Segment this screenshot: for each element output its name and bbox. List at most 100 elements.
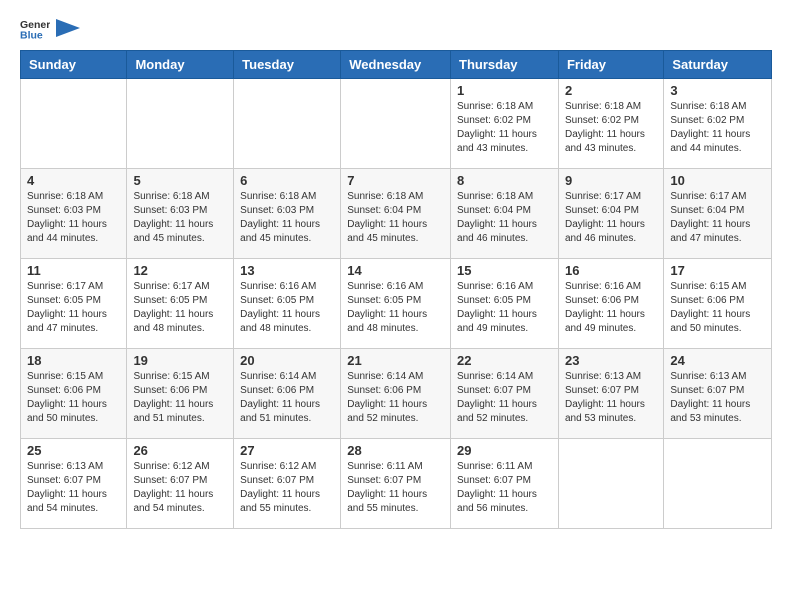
day-cell: 6Sunrise: 6:18 AM Sunset: 6:03 PM Daylig… xyxy=(234,169,341,259)
day-cell: 23 Sunrise: 6:13 AM Sunset: 6:07 PM Dayli… xyxy=(558,349,663,439)
day-info: Sunrise: 6:18 AM Sunset: 6:03 PM Dayligh… xyxy=(240,190,334,246)
day-cell: 2Sunrise: 6:18 AM Sunset: 6:02 PM Daylig… xyxy=(558,79,663,169)
day-info: Sunrise: 6:15 AM Sunset: 6:06 PM Dayligh… xyxy=(670,280,765,336)
day-number: 29 xyxy=(457,443,552,458)
day-cell: 19 Sunrise: 6:15 AM Sunset: 6:06 PM Dayli… xyxy=(127,349,234,439)
day-number: 5 xyxy=(133,173,227,188)
day-number: 3 xyxy=(670,83,765,98)
day-cell: 24 Sunrise: 6:13 AM Sunset: 6:07 PM Dayli… xyxy=(664,349,772,439)
day-cell xyxy=(234,79,341,169)
day-cell: 29 Sunrise: 6:11 AM Sunset: 6:07 PM Dayli… xyxy=(451,439,559,529)
day-cell: 12 Sunrise: 6:17 AM Sunset: 6:05 PM Dayli… xyxy=(127,259,234,349)
day-cell: 1 Sunrise: 6:18 AM Sunset: 6:02 PM Daylig… xyxy=(451,79,559,169)
week-row-5: 25 Sunrise: 6:13 AM Sunset: 6:07 PM Dayli… xyxy=(21,439,772,529)
day-cell: 28 Sunrise: 6:11 AM Sunset: 6:07 PM Dayli… xyxy=(341,439,451,529)
day-number: 20 xyxy=(240,353,334,368)
day-number: 1 xyxy=(457,83,552,98)
day-number: 11 xyxy=(27,263,120,278)
day-info: Sunrise: 6:15 AM Sunset: 6:06 PM Dayligh… xyxy=(27,370,120,426)
column-header-thursday: Thursday xyxy=(451,51,559,79)
day-number: 9 xyxy=(565,173,657,188)
day-info: Sunrise: 6:16 AM Sunset: 6:05 PM Dayligh… xyxy=(240,280,334,336)
flag-icon xyxy=(54,17,82,39)
day-info: Sunrise: 6:17 AM Sunset: 6:05 PM Dayligh… xyxy=(133,280,227,336)
day-info: Sunrise: 6:12 AM Sunset: 6:07 PM Dayligh… xyxy=(133,460,227,516)
column-header-tuesday: Tuesday xyxy=(234,51,341,79)
day-number: 19 xyxy=(133,353,227,368)
day-number: 17 xyxy=(670,263,765,278)
day-cell xyxy=(21,79,127,169)
day-info: Sunrise: 6:11 AM Sunset: 6:07 PM Dayligh… xyxy=(457,460,552,516)
day-cell: 13 Sunrise: 6:16 AM Sunset: 6:05 PM Dayli… xyxy=(234,259,341,349)
day-cell: 9Sunrise: 6:17 AM Sunset: 6:04 PM Daylig… xyxy=(558,169,663,259)
day-info: Sunrise: 6:14 AM Sunset: 6:06 PM Dayligh… xyxy=(240,370,334,426)
day-cell: 14 Sunrise: 6:16 AM Sunset: 6:05 PM Dayli… xyxy=(341,259,451,349)
day-info: Sunrise: 6:17 AM Sunset: 6:04 PM Dayligh… xyxy=(670,190,765,246)
week-row-2: 4 Sunrise: 6:18 AM Sunset: 6:03 PM Daylig… xyxy=(21,169,772,259)
day-info: Sunrise: 6:18 AM Sunset: 6:02 PM Dayligh… xyxy=(670,100,765,156)
day-cell: 26 Sunrise: 6:12 AM Sunset: 6:07 PM Dayli… xyxy=(127,439,234,529)
day-cell: 21 Sunrise: 6:14 AM Sunset: 6:06 PM Dayli… xyxy=(341,349,451,439)
day-number: 14 xyxy=(347,263,444,278)
day-info: Sunrise: 6:18 AM Sunset: 6:03 PM Dayligh… xyxy=(133,190,227,246)
day-number: 12 xyxy=(133,263,227,278)
logo: General Blue xyxy=(20,16,82,40)
day-info: Sunrise: 6:16 AM Sunset: 6:05 PM Dayligh… xyxy=(457,280,552,336)
week-row-1: 1 Sunrise: 6:18 AM Sunset: 6:02 PM Daylig… xyxy=(21,79,772,169)
calendar-table: SundayMondayTuesdayWednesdayThursdayFrid… xyxy=(20,50,772,529)
logo-icon: General Blue xyxy=(20,16,50,40)
day-info: Sunrise: 6:16 AM Sunset: 6:06 PM Dayligh… xyxy=(565,280,657,336)
day-number: 21 xyxy=(347,353,444,368)
day-info: Sunrise: 6:13 AM Sunset: 6:07 PM Dayligh… xyxy=(670,370,765,426)
day-cell: 8Sunrise: 6:18 AM Sunset: 6:04 PM Daylig… xyxy=(451,169,559,259)
day-cell: 25 Sunrise: 6:13 AM Sunset: 6:07 PM Dayli… xyxy=(21,439,127,529)
day-cell: 15 Sunrise: 6:16 AM Sunset: 6:05 PM Dayli… xyxy=(451,259,559,349)
day-number: 8 xyxy=(457,173,552,188)
day-cell: 10 Sunrise: 6:17 AM Sunset: 6:04 PM Dayli… xyxy=(664,169,772,259)
day-number: 7 xyxy=(347,173,444,188)
column-header-wednesday: Wednesday xyxy=(341,51,451,79)
day-info: Sunrise: 6:18 AM Sunset: 6:03 PM Dayligh… xyxy=(27,190,120,246)
day-info: Sunrise: 6:13 AM Sunset: 6:07 PM Dayligh… xyxy=(565,370,657,426)
day-number: 4 xyxy=(27,173,120,188)
week-row-3: 11 Sunrise: 6:17 AM Sunset: 6:05 PM Dayli… xyxy=(21,259,772,349)
day-cell: 27 Sunrise: 6:12 AM Sunset: 6:07 PM Dayli… xyxy=(234,439,341,529)
day-number: 25 xyxy=(27,443,120,458)
day-info: Sunrise: 6:18 AM Sunset: 6:02 PM Dayligh… xyxy=(457,100,552,156)
page-header: General Blue xyxy=(20,16,772,40)
day-info: Sunrise: 6:15 AM Sunset: 6:06 PM Dayligh… xyxy=(133,370,227,426)
day-cell xyxy=(127,79,234,169)
day-number: 10 xyxy=(670,173,765,188)
day-number: 15 xyxy=(457,263,552,278)
day-info: Sunrise: 6:18 AM Sunset: 6:04 PM Dayligh… xyxy=(347,190,444,246)
day-cell: 17 Sunrise: 6:15 AM Sunset: 6:06 PM Dayli… xyxy=(664,259,772,349)
day-number: 27 xyxy=(240,443,334,458)
day-info: Sunrise: 6:13 AM Sunset: 6:07 PM Dayligh… xyxy=(27,460,120,516)
day-number: 13 xyxy=(240,263,334,278)
day-cell: 18 Sunrise: 6:15 AM Sunset: 6:06 PM Dayli… xyxy=(21,349,127,439)
day-info: Sunrise: 6:17 AM Sunset: 6:05 PM Dayligh… xyxy=(27,280,120,336)
day-info: Sunrise: 6:14 AM Sunset: 6:06 PM Dayligh… xyxy=(347,370,444,426)
day-number: 26 xyxy=(133,443,227,458)
column-header-friday: Friday xyxy=(558,51,663,79)
day-number: 18 xyxy=(27,353,120,368)
day-number: 28 xyxy=(347,443,444,458)
day-cell: 11 Sunrise: 6:17 AM Sunset: 6:05 PM Dayli… xyxy=(21,259,127,349)
column-header-monday: Monday xyxy=(127,51,234,79)
day-number: 23 xyxy=(565,353,657,368)
day-info: Sunrise: 6:12 AM Sunset: 6:07 PM Dayligh… xyxy=(240,460,334,516)
day-cell: 7 Sunrise: 6:18 AM Sunset: 6:04 PM Daylig… xyxy=(341,169,451,259)
week-row-4: 18 Sunrise: 6:15 AM Sunset: 6:06 PM Dayli… xyxy=(21,349,772,439)
day-number: 16 xyxy=(565,263,657,278)
day-cell: 16 Sunrise: 6:16 AM Sunset: 6:06 PM Dayli… xyxy=(558,259,663,349)
column-header-saturday: Saturday xyxy=(664,51,772,79)
day-info: Sunrise: 6:16 AM Sunset: 6:05 PM Dayligh… xyxy=(347,280,444,336)
day-cell xyxy=(341,79,451,169)
day-cell: 22Sunrise: 6:14 AM Sunset: 6:07 PM Dayli… xyxy=(451,349,559,439)
day-info: Sunrise: 6:14 AM Sunset: 6:07 PM Dayligh… xyxy=(457,370,552,426)
column-header-sunday: Sunday xyxy=(21,51,127,79)
day-cell: 5 Sunrise: 6:18 AM Sunset: 6:03 PM Daylig… xyxy=(127,169,234,259)
day-number: 24 xyxy=(670,353,765,368)
day-info: Sunrise: 6:11 AM Sunset: 6:07 PM Dayligh… xyxy=(347,460,444,516)
day-cell: 20 Sunrise: 6:14 AM Sunset: 6:06 PM Dayli… xyxy=(234,349,341,439)
